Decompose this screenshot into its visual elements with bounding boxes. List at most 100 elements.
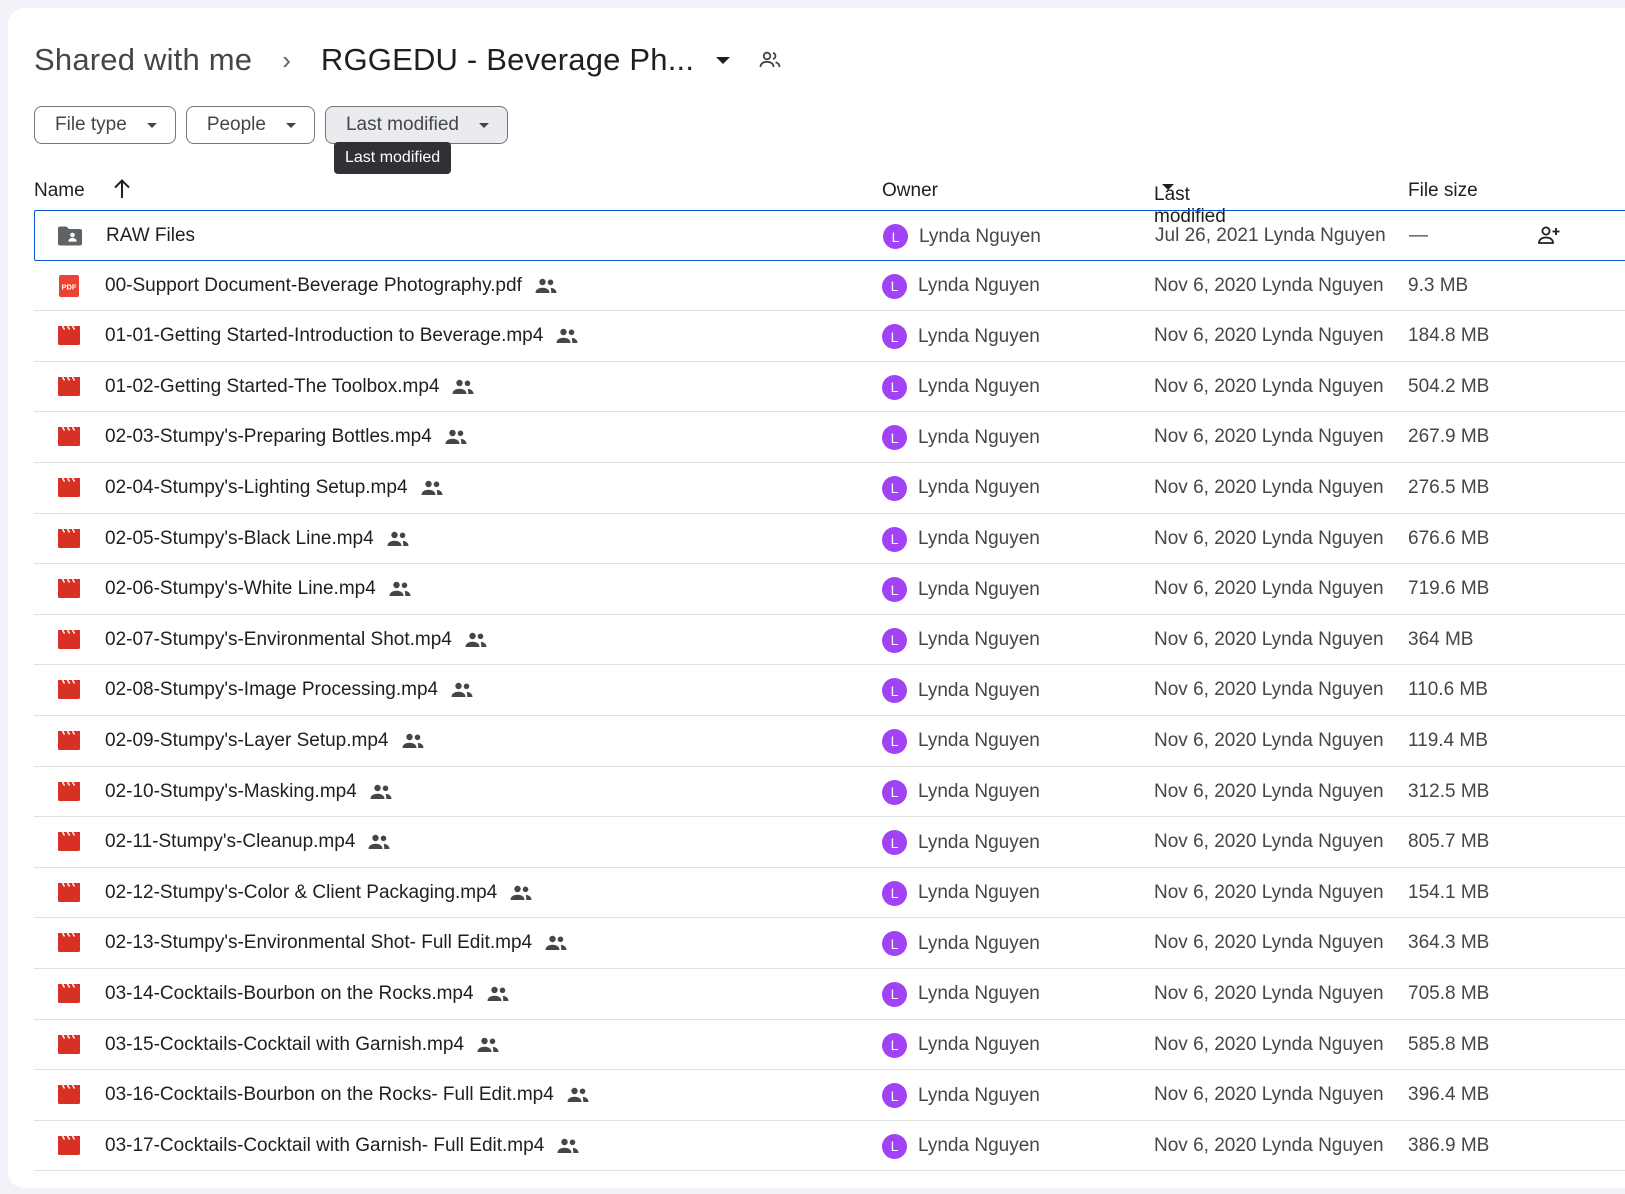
column-name[interactable]: Name <box>34 180 85 202</box>
video-icon <box>56 425 82 449</box>
modified-cell: Nov 6, 2020 Lynda Nguyen <box>1154 679 1384 701</box>
owner-cell: L Lynda Nguyen <box>882 374 1040 400</box>
caret-down-icon <box>146 122 157 128</box>
table-row[interactable]: PDF 00-Support Document-Beverage Photogra… <box>34 261 1625 312</box>
owner-name: Lynda Nguyen <box>918 376 1040 398</box>
file-name[interactable]: 02-05-Stumpy's-Black Line.mp4 <box>105 528 410 550</box>
file-name[interactable]: 02-04-Stumpy's-Lighting Setup.mp4 <box>105 477 444 499</box>
owner-cell: L Lynda Nguyen <box>882 678 1040 704</box>
file-name[interactable]: 00-Support Document-Beverage Photography… <box>105 275 558 297</box>
owner-cell: L Lynda Nguyen <box>882 830 1040 856</box>
file-name[interactable]: 03-15-Cocktails-Cocktail with Garnish.mp… <box>105 1034 500 1056</box>
file-type-filter-label: File type <box>55 114 127 135</box>
table-row[interactable]: 02-05-Stumpy's-Black Line.mp4 L Lynda Nguy… <box>34 514 1625 565</box>
table-row[interactable]: 02-12-Stumpy's-Color & Client Packaging.… <box>34 868 1625 919</box>
people-filter[interactable]: People <box>185 106 315 144</box>
avatar: L <box>882 880 907 906</box>
owner-cell: L Lynda Nguyen <box>882 324 1040 350</box>
owner-name: Lynda Nguyen <box>918 831 1040 853</box>
table-row[interactable]: 02-10-Stumpy's-Masking.mp4 L Lynda Nguyen N… <box>34 767 1625 818</box>
table-row[interactable]: 03-16-Cocktails-Bourbon on the Rocks- Fu… <box>34 1070 1625 1121</box>
owner-name: Lynda Nguyen <box>918 528 1040 550</box>
file-name[interactable]: 02-08-Stumpy's-Image Processing.mp4 <box>105 679 474 701</box>
avatar: L <box>882 931 907 957</box>
last-modified-filter[interactable]: Last modified <box>324 106 508 144</box>
avatar: L <box>882 678 907 704</box>
breadcrumb-current-folder[interactable]: RGGEDU - Beverage Ph... <box>321 42 694 78</box>
owner-cell: L Lynda Nguyen <box>882 1133 1040 1159</box>
video-icon <box>56 780 82 804</box>
owner-name: Lynda Nguyen <box>918 679 1040 701</box>
file-name[interactable]: 01-02-Getting Started-The Toolbox.mp4 <box>105 376 475 398</box>
video-icon <box>56 1083 82 1107</box>
table-row[interactable]: 01-01-Getting Started-Introduction to Be… <box>34 311 1625 362</box>
file-size-cell: — <box>1409 225 1428 246</box>
table-row[interactable]: 02-06-Stumpy's-White Line.mp4 L Lynda Nguy… <box>34 564 1625 615</box>
file-size-cell: 705.8 MB <box>1408 982 1490 1004</box>
video-icon <box>56 628 82 652</box>
drive-panel: Shared with me › RGGEDU - Beverage Ph...… <box>8 8 1625 1188</box>
file-size-cell: 154.1 MB <box>1408 881 1490 903</box>
file-name-text: 02-11-Stumpy's-Cleanup.mp4 <box>105 831 356 853</box>
modified-cell: Nov 6, 2020 Lynda Nguyen <box>1154 1084 1384 1106</box>
file-name[interactable]: 02-06-Stumpy's-White Line.mp4 <box>105 578 412 600</box>
table-row[interactable]: 02-03-Stumpy's-Preparing Bottles.mp4 L Lyn… <box>34 412 1625 463</box>
file-name[interactable]: 02-07-Stumpy's-Environmental Shot.mp4 <box>105 629 488 651</box>
owner-cell: L Lynda Nguyen <box>882 577 1040 603</box>
file-name[interactable]: 02-11-Stumpy's-Cleanup.mp4 <box>105 831 391 853</box>
caret-down-icon <box>285 122 296 128</box>
avatar: L <box>882 475 907 501</box>
table-row[interactable]: 03-14-Cocktails-Bourbon on the Rocks.mp4… <box>34 969 1625 1020</box>
avatar: L <box>882 779 907 805</box>
video-icon <box>56 678 82 702</box>
file-name[interactable]: 03-17-Cocktails-Cocktail with Garnish- F… <box>105 1135 580 1157</box>
avatar: L <box>882 526 907 552</box>
shared-people-icon <box>450 681 474 699</box>
file-type-filter[interactable]: File type <box>34 106 176 144</box>
modified-cell: Nov 6, 2020 Lynda Nguyen <box>1154 1033 1384 1055</box>
file-name-text: 02-09-Stumpy's-Layer Setup.mp4 <box>105 729 389 751</box>
file-name-text: 02-08-Stumpy's-Image Processing.mp4 <box>105 679 439 701</box>
owner-name: Lynda Nguyen <box>918 730 1040 752</box>
caret-down-icon[interactable] <box>716 56 731 64</box>
file-name[interactable]: 02-12-Stumpy's-Color & Client Packaging.… <box>105 882 533 904</box>
modified-cell: Nov 6, 2020 Lynda Nguyen <box>1154 1134 1384 1156</box>
video-icon <box>56 324 82 348</box>
owner-cell: L Lynda Nguyen <box>882 728 1040 754</box>
table-row[interactable]: 03-17-Cocktails-Cocktail with Garnish- F… <box>34 1121 1625 1172</box>
video-icon <box>56 830 82 854</box>
people-filter-label: People <box>206 114 266 135</box>
file-name[interactable]: RAW Files <box>106 225 195 247</box>
column-owner: Owner <box>882 180 938 201</box>
people-icon[interactable] <box>758 47 784 73</box>
file-name[interactable]: 01-01-Getting Started-Introduction to Be… <box>105 325 579 347</box>
arrow-up-icon[interactable] <box>112 178 132 200</box>
file-name-text: 01-02-Getting Started-The Toolbox.mp4 <box>105 375 440 397</box>
table-row[interactable]: 02-04-Stumpy's-Lighting Setup.mp4 L Lynda … <box>34 463 1625 514</box>
table-row[interactable]: 01-02-Getting Started-The Toolbox.mp4 L Ly… <box>34 362 1625 413</box>
table-row[interactable]: 02-11-Stumpy's-Cleanup.mp4 L Lynda Nguyen N… <box>34 817 1625 868</box>
table-row[interactable]: 02-13-Stumpy's-Environmental Shot- Full … <box>34 918 1625 969</box>
breadcrumb-root[interactable]: Shared with me <box>34 42 252 78</box>
file-name[interactable]: 02-09-Stumpy's-Layer Setup.mp4 <box>105 730 425 752</box>
file-name[interactable]: 02-10-Stumpy's-Masking.mp4 <box>105 781 393 803</box>
column-headers: Name Owner Last modified File size <box>34 176 1625 227</box>
owner-cell: L Lynda Nguyen <box>882 425 1040 451</box>
owner-name: Lynda Nguyen <box>919 225 1041 247</box>
tooltip: Last modified <box>334 142 452 174</box>
file-name[interactable]: 02-13-Stumpy's-Environmental Shot- Full … <box>105 932 568 954</box>
table-row[interactable]: 02-09-Stumpy's-Layer Setup.mp4 L Lynda Ngu… <box>34 716 1625 767</box>
table-row[interactable]: 03-15-Cocktails-Cocktail with Garnish.mp… <box>34 1020 1625 1071</box>
share-person-add-icon[interactable] <box>1537 224 1561 246</box>
file-name[interactable]: 02-03-Stumpy's-Preparing Bottles.mp4 <box>105 426 468 448</box>
file-name[interactable]: 03-16-Cocktails-Bourbon on the Rocks- Fu… <box>105 1084 590 1106</box>
owner-name: Lynda Nguyen <box>918 1034 1040 1055</box>
file-name[interactable]: 03-14-Cocktails-Bourbon on the Rocks.mp4 <box>105 983 510 1005</box>
owner-cell: L Lynda Nguyen <box>882 273 1040 299</box>
avatar: L <box>882 1133 907 1159</box>
file-name-text: 00-Support Document-Beverage Photography… <box>105 274 522 296</box>
table-row[interactable]: 02-07-Stumpy's-Environmental Shot.mp4 L Ly… <box>34 615 1625 666</box>
table-row[interactable]: 02-08-Stumpy's-Image Processing.mp4 L Lynd… <box>34 665 1625 716</box>
table-row[interactable]: RAW Files L Lynda Nguyen Jul 26, 2021 Lynda… <box>34 210 1625 261</box>
owner-name: Lynda Nguyen <box>918 882 1040 904</box>
